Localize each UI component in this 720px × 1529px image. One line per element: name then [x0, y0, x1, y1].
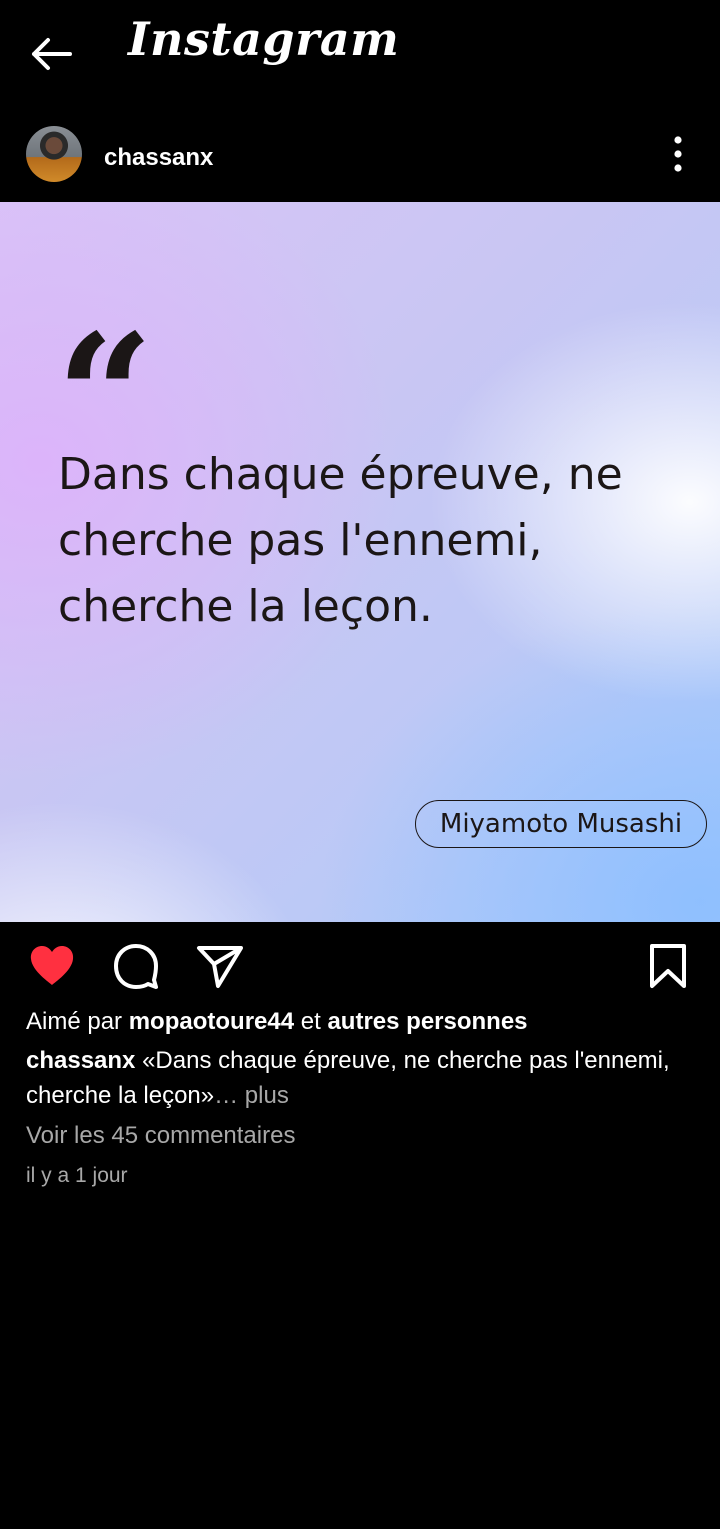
- likes-connector: et: [300, 1008, 321, 1035]
- like-heart-icon[interactable]: [26, 940, 78, 992]
- liked-by-username[interactable]: mopaotoure44: [129, 1008, 294, 1035]
- post-actions: [0, 922, 720, 1012]
- quote-author-pill: Miyamoto Musashi: [415, 800, 707, 848]
- more-options-icon[interactable]: [660, 132, 696, 176]
- caption-more-link[interactable]: plus: [245, 1082, 289, 1109]
- back-arrow-icon[interactable]: [24, 30, 80, 78]
- post-caption: chassanx «Dans chaque épreuve, ne cherch…: [26, 1043, 706, 1113]
- share-icon[interactable]: [194, 940, 246, 992]
- caption-username[interactable]: chassanx: [26, 1047, 135, 1074]
- likes-prefix: Aimé par: [26, 1008, 123, 1035]
- top-app-bar: Instagram: [0, 0, 720, 110]
- likes-others[interactable]: autres personnes: [327, 1008, 527, 1035]
- instagram-logo: Instagram: [128, 12, 400, 66]
- post-header: chassanx: [0, 110, 720, 202]
- avatar[interactable]: [26, 126, 82, 182]
- comment-icon[interactable]: [110, 940, 162, 992]
- post-username[interactable]: chassanx: [104, 144, 213, 172]
- quote-text: Dans chaque épreuve, ne cherche pas l'en…: [58, 449, 623, 632]
- caption-truncation: …: [214, 1082, 239, 1109]
- post-timestamp: il y a 1 jour: [26, 1164, 128, 1187]
- instagram-post-screen: Instagram chassanx “ Dans chaque épreuve…: [0, 0, 720, 1529]
- view-comments-link[interactable]: Voir les 45 commentaires: [26, 1122, 295, 1150]
- likes-summary[interactable]: Aimé par mopaotoure44 et autres personne…: [26, 1008, 528, 1036]
- post-image[interactable]: “ Dans chaque épreuve, ne cherche pas l'…: [0, 202, 720, 922]
- bookmark-icon[interactable]: [642, 940, 694, 992]
